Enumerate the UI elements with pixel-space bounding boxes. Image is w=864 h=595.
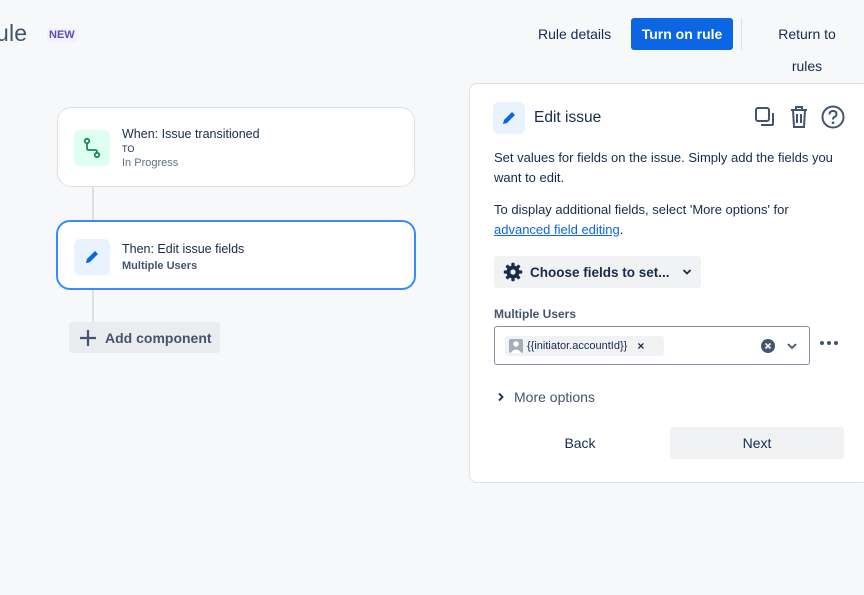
trigger-to-label: TO xyxy=(122,142,260,156)
add-component-button[interactable]: Add component xyxy=(69,322,220,353)
chevron-down-icon[interactable] xyxy=(785,339,799,358)
back-button[interactable]: Back xyxy=(494,427,666,459)
panel-description: Set values for fields on the issue. Simp… xyxy=(494,148,844,188)
edit-issue-panel: Edit issue Set values for fields on the … xyxy=(469,83,864,483)
gear-icon xyxy=(503,262,523,282)
plus-icon xyxy=(79,329,97,347)
flow-connector xyxy=(92,187,94,220)
more-options-label: More options xyxy=(514,389,595,405)
field-label: Multiple Users xyxy=(494,307,576,321)
trigger-card[interactable]: When: Issue transitioned TO In Progress xyxy=(57,107,415,187)
help-icon[interactable] xyxy=(820,104,845,130)
user-tag: {{initiator.accountId}} × xyxy=(505,336,664,356)
turn-on-rule-button[interactable]: Turn on rule xyxy=(631,18,733,50)
choose-fields-button[interactable]: Choose fields to set... xyxy=(494,256,701,288)
panel-title: Edit issue xyxy=(534,109,601,127)
remove-tag-icon[interactable]: × xyxy=(637,339,644,353)
trigger-status: In Progress xyxy=(122,156,260,170)
header-divider xyxy=(741,18,742,50)
trash-icon[interactable] xyxy=(786,104,811,130)
action-card[interactable]: Then: Edit issue fields Multiple Users xyxy=(56,220,416,290)
multiple-users-select[interactable]: {{initiator.accountId}} × xyxy=(494,326,810,365)
chevron-down-icon xyxy=(681,266,693,278)
avatar xyxy=(509,339,523,353)
advanced-field-editing-link[interactable]: advanced field editing xyxy=(494,222,620,237)
pencil-icon xyxy=(493,102,525,134)
choose-fields-label: Choose fields to set... xyxy=(530,265,670,280)
next-button[interactable]: Next xyxy=(670,427,844,459)
trigger-title: When: Issue transitioned xyxy=(122,126,260,142)
more-options-toggle[interactable]: More options xyxy=(496,389,595,405)
pencil-icon xyxy=(74,239,110,275)
tag-value: {{initiator.accountId}} xyxy=(527,340,627,352)
copy-icon[interactable] xyxy=(752,104,777,130)
clear-icon[interactable] xyxy=(761,339,775,353)
action-title: Then: Edit issue fields xyxy=(122,241,244,257)
action-field: Multiple Users xyxy=(122,257,244,275)
branch-icon xyxy=(74,130,110,166)
chevron-right-icon xyxy=(496,392,506,402)
additional-prefix: To display additional fields, select 'Mo… xyxy=(494,202,789,217)
additional-suffix: . xyxy=(620,222,624,237)
add-component-label: Add component xyxy=(105,330,212,346)
page-title: ule xyxy=(0,20,27,47)
panel-additional-text: To display additional fields, select 'Mo… xyxy=(494,200,844,240)
new-badge: NEW xyxy=(47,28,77,42)
flow-connector xyxy=(92,290,94,323)
rule-details-button[interactable]: Rule details xyxy=(526,18,623,50)
more-actions-icon[interactable] xyxy=(818,332,840,354)
return-to-rules-button[interactable]: Return to rules xyxy=(750,18,864,50)
